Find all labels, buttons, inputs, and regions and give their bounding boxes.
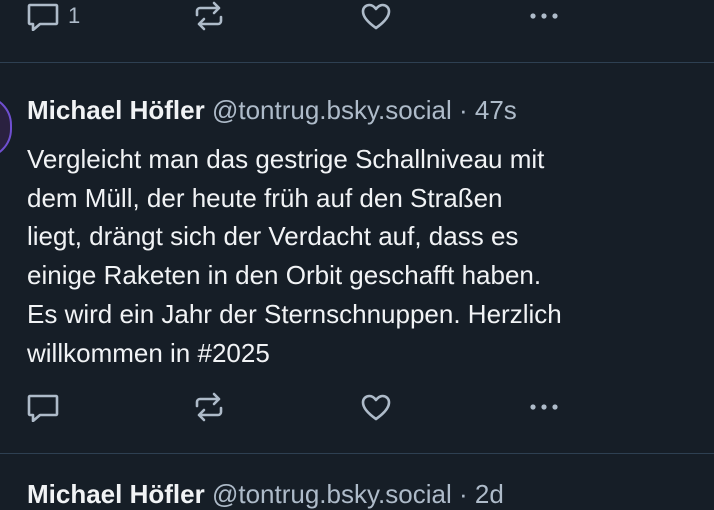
post-previous: 1 xyxy=(0,0,714,63)
post-text: Vergleicht man das gestrige Schallniveau… xyxy=(27,144,562,368)
reply-button[interactable] xyxy=(26,392,60,422)
post-actions: 1 xyxy=(26,1,566,31)
like-button[interactable] xyxy=(360,392,392,422)
avatar[interactable] xyxy=(0,95,12,159)
post-time[interactable]: 47s xyxy=(475,95,517,125)
author-name[interactable]: Michael Höfler xyxy=(27,479,205,509)
separator: · xyxy=(458,95,468,125)
post-header: Michael Höfler @tontrug.bsky.social · 47… xyxy=(27,94,517,126)
like-button[interactable] xyxy=(360,1,392,31)
reply-count: 1 xyxy=(68,3,81,28)
separator: · xyxy=(458,479,468,509)
post[interactable]: Michael Höfler @tontrug.bsky.social · 47… xyxy=(0,63,714,454)
reply-icon xyxy=(26,392,60,422)
like-icon xyxy=(360,392,392,422)
reply-icon xyxy=(26,1,60,31)
more-button[interactable] xyxy=(526,1,562,31)
more-button[interactable] xyxy=(526,392,562,422)
author-handle[interactable]: @tontrug.bsky.social xyxy=(212,95,452,125)
repost-icon xyxy=(193,1,225,31)
repost-button[interactable] xyxy=(193,392,225,422)
author-name[interactable]: Michael Höfler xyxy=(27,95,205,125)
more-icon xyxy=(526,392,562,422)
like-icon xyxy=(360,1,392,31)
repost-button[interactable] xyxy=(193,1,225,31)
more-icon xyxy=(526,1,562,31)
post-next-header[interactable]: Michael Höfler @tontrug.bsky.social · 2d xyxy=(27,478,504,510)
post-time[interactable]: 2d xyxy=(475,479,504,509)
post-actions xyxy=(26,392,566,422)
author-handle[interactable]: @tontrug.bsky.social xyxy=(212,479,452,509)
reply-button[interactable]: 1 xyxy=(26,1,80,31)
repost-icon xyxy=(193,392,225,422)
